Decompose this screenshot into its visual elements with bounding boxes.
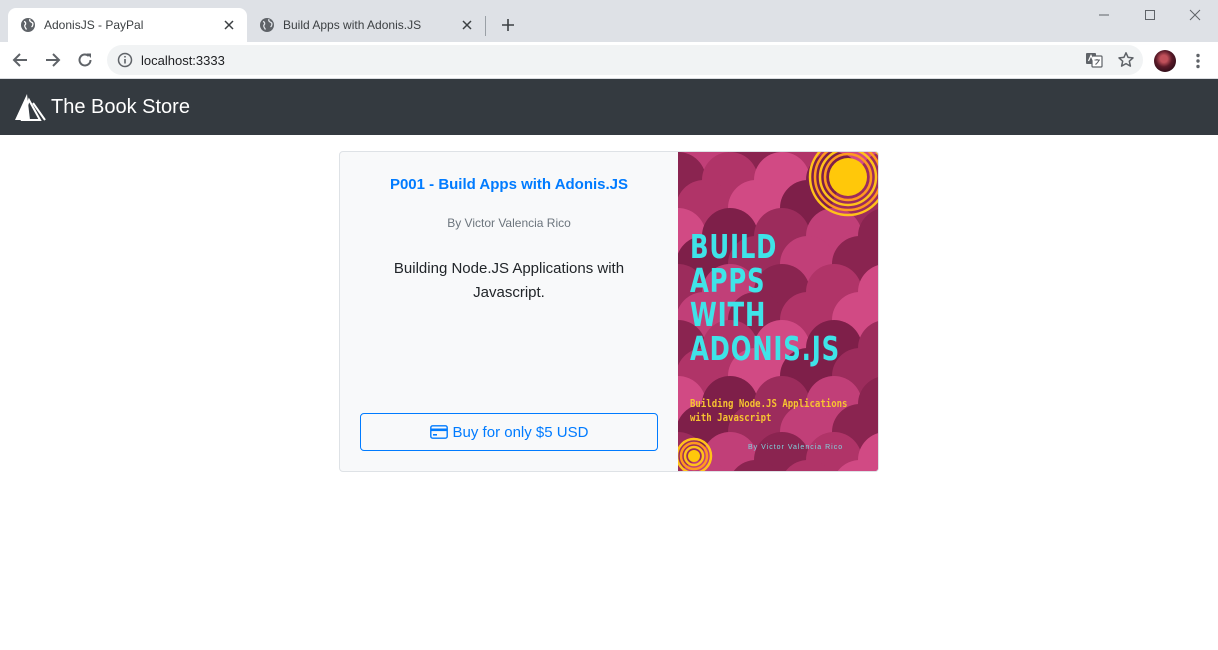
product-card: P001 - Build Apps with Adonis.JS By Vict… bbox=[339, 151, 879, 472]
info-icon[interactable] bbox=[117, 52, 133, 68]
book-author: By Victor Valencia Rico bbox=[447, 216, 571, 230]
book-cover-image: BUILD APPS WITH ADONIS.JS Building Node.… bbox=[678, 152, 878, 471]
buy-button-label: Buy for only $5 USD bbox=[452, 423, 589, 441]
book-title: P001 - Build Apps with Adonis.JS bbox=[389, 176, 629, 193]
tab-title: Build Apps with Adonis.JS bbox=[283, 18, 422, 32]
tab-close-icon[interactable] bbox=[221, 17, 237, 33]
cover-title: BUILD APPS WITH ADONIS.JS bbox=[690, 227, 840, 368]
new-tab-plus-icon[interactable] bbox=[496, 13, 520, 37]
bookmark-star-icon[interactable] bbox=[1117, 51, 1135, 69]
window-close-icon[interactable] bbox=[1172, 0, 1218, 30]
profile-avatar[interactable] bbox=[1154, 50, 1176, 72]
browser-tab-strip: AdonisJS - PayPal Build Apps with Adonis… bbox=[0, 0, 1218, 42]
buy-button[interactable]: Buy for only $5 USD bbox=[360, 413, 658, 451]
credit-card-icon bbox=[429, 425, 448, 439]
tab-close-icon[interactable] bbox=[459, 17, 475, 33]
forward-arrow-icon[interactable] bbox=[39, 46, 67, 74]
minimize-icon[interactable] bbox=[1081, 0, 1127, 30]
brand-name[interactable]: The Book Store bbox=[51, 96, 190, 119]
back-arrow-icon[interactable] bbox=[6, 46, 34, 74]
globe-icon bbox=[260, 18, 274, 32]
reload-icon[interactable] bbox=[71, 46, 99, 74]
browser-tab-inactive[interactable]: Build Apps with Adonis.JS bbox=[247, 8, 485, 42]
browser-tab-active[interactable]: AdonisJS - PayPal bbox=[8, 8, 247, 42]
cover-subtitle: Building Node.JS Applications with Javas… bbox=[690, 397, 848, 424]
maximize-icon[interactable] bbox=[1127, 0, 1173, 30]
more-menu-icon[interactable] bbox=[1188, 50, 1208, 72]
site-navbar: The Book Store bbox=[0, 79, 1218, 135]
address-bar[interactable]: localhost:3333 bbox=[107, 45, 1143, 75]
tab-separator bbox=[485, 16, 486, 36]
tab-title: AdonisJS - PayPal bbox=[44, 18, 144, 32]
cover-author: By Victor Valencia Rico bbox=[748, 444, 844, 451]
product-card-body: P001 - Build Apps with Adonis.JS By Vict… bbox=[340, 152, 678, 471]
book-description: Building Node.JS Applications with Javas… bbox=[393, 260, 625, 301]
address-url[interactable]: localhost:3333 bbox=[141, 53, 225, 68]
globe-icon bbox=[21, 18, 35, 32]
translate-icon[interactable] bbox=[1085, 51, 1103, 69]
browser-toolbar: localhost:3333 bbox=[0, 42, 1218, 79]
adonis-logo-icon[interactable] bbox=[14, 93, 46, 121]
